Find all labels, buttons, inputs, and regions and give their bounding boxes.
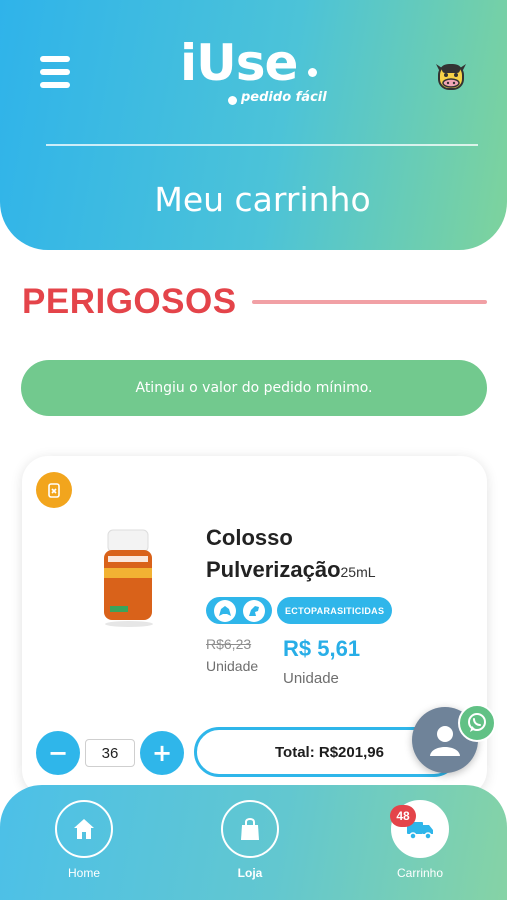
logo-text: iUse <box>180 34 298 92</box>
shopping-bag-icon <box>221 800 279 858</box>
nav-label-cart: Carrinho <box>396 866 444 880</box>
page-title: Meu carrinho <box>154 180 371 219</box>
product-image <box>100 528 158 628</box>
cow-icon[interactable] <box>432 58 470 92</box>
old-price-unit: Unidade <box>206 658 259 674</box>
logo-subtitle: pedido fácil <box>241 90 327 105</box>
minus-icon: − <box>47 739 69 767</box>
nav-home[interactable]: Home <box>34 800 134 880</box>
whatsapp-icon <box>468 713 486 732</box>
nav-cart[interactable]: Carrinho <box>370 800 470 880</box>
nav-label-store: Loja <box>237 866 263 880</box>
remove-item-button[interactable] <box>36 472 72 508</box>
old-price: R$6,23 <box>206 636 252 652</box>
whatsapp-button[interactable] <box>458 704 496 742</box>
min-order-message: Atingiu o valor do pedido mínimo. <box>135 380 373 396</box>
equine-icon <box>242 599 265 622</box>
bovine-icon <box>213 599 236 622</box>
min-order-banner: Atingiu o valor do pedido mínimo. <box>21 360 487 416</box>
current-price-unit: Unidade <box>283 670 339 687</box>
increase-quantity-button[interactable]: + <box>140 731 184 775</box>
section-title: PERIGOSOS <box>22 282 237 321</box>
product-size: 25mL <box>340 564 376 580</box>
header-divider <box>46 144 478 146</box>
species-badge <box>206 597 272 624</box>
plus-icon: + <box>151 739 173 767</box>
nav-store[interactable]: Loja <box>200 800 300 880</box>
hamburger-menu-icon[interactable] <box>40 56 70 88</box>
home-icon <box>55 800 113 858</box>
cart-count-badge: 48 <box>390 805 416 827</box>
product-name: Colosso Pulverização25mL <box>206 525 376 582</box>
quantity-input[interactable] <box>85 739 135 767</box>
section-divider <box>252 300 487 304</box>
decrease-quantity-button[interactable]: − <box>36 731 80 775</box>
category-badge: ECTOPARASITICIDAS <box>277 597 393 624</box>
current-price: R$ 5,61 <box>283 636 361 661</box>
remove-icon <box>48 483 60 498</box>
app-logo: iUse pedido fácil <box>178 34 328 108</box>
nav-label-home: Home <box>67 866 100 880</box>
